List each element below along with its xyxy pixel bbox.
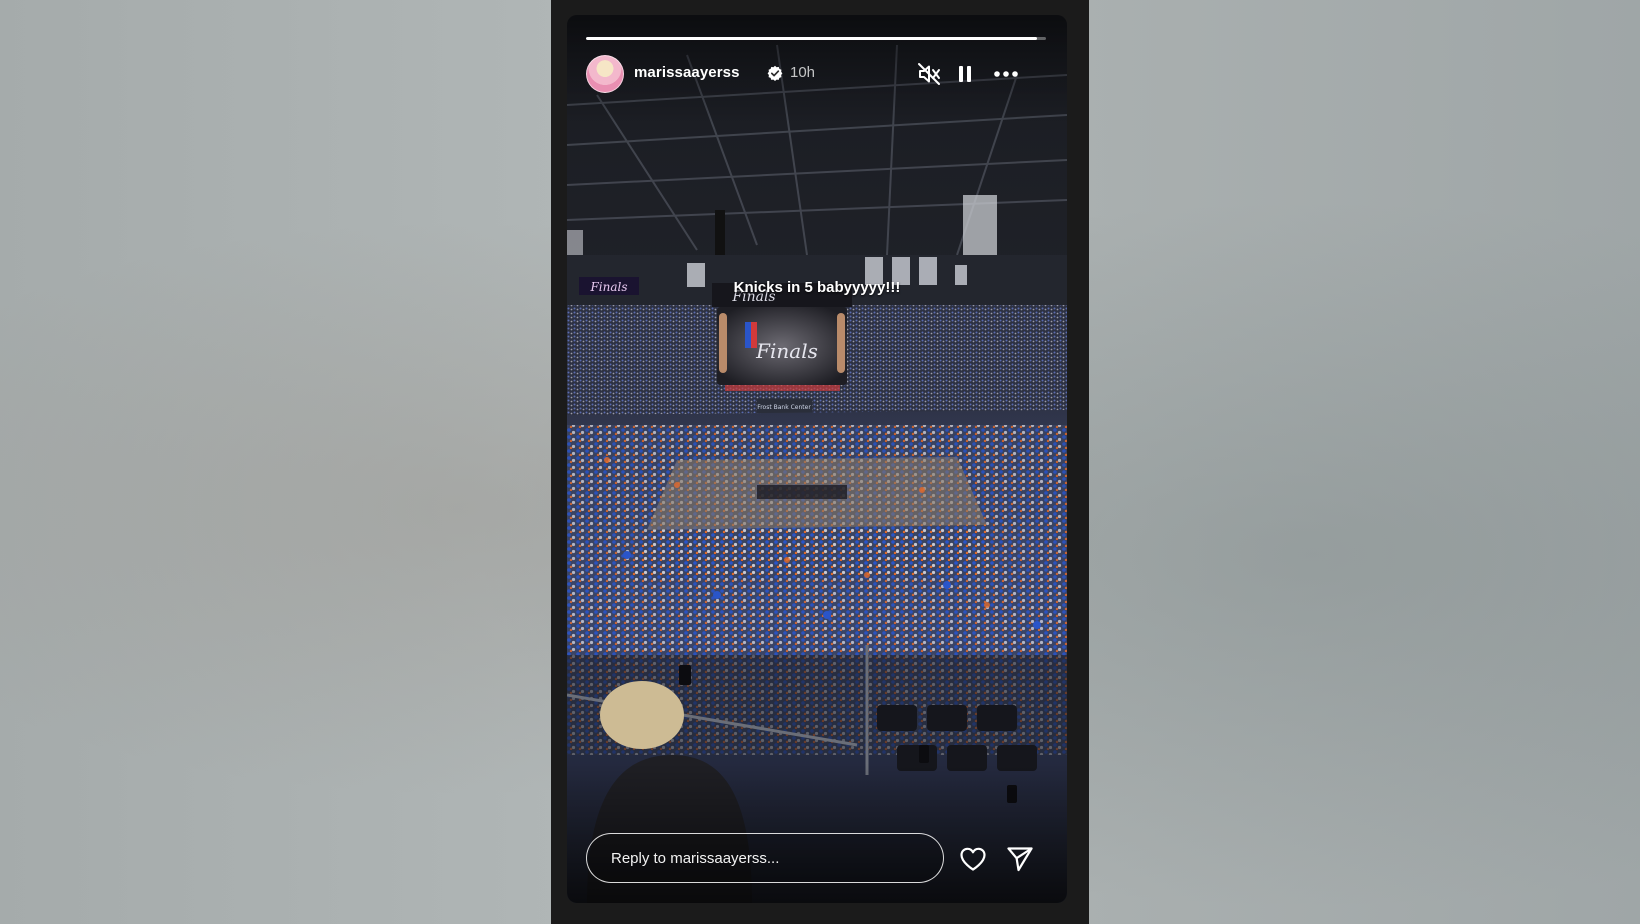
story-header: marissaayerss 10h xyxy=(586,55,1046,95)
reply-field[interactable] xyxy=(586,833,944,883)
story-progress-bar xyxy=(586,37,1046,40)
story-viewer[interactable]: Finals Finals Finals Frost Bank Center m… xyxy=(567,15,1067,903)
pause-icon[interactable] xyxy=(952,61,978,87)
more-options-icon[interactable] xyxy=(991,61,1021,87)
heart-icon[interactable] xyxy=(958,844,988,874)
story-progress-fill xyxy=(586,37,1037,40)
story-caption: Knicks in 5 babyyyyy!!! xyxy=(733,279,901,296)
story-username[interactable]: marissaayerss xyxy=(634,64,740,81)
svg-text:Frost Bank Center: Frost Bank Center xyxy=(757,404,811,411)
reply-input[interactable] xyxy=(609,834,923,883)
speaker-muted-icon[interactable] xyxy=(916,61,942,87)
verified-badge-icon xyxy=(767,65,783,81)
svg-text:Finals: Finals xyxy=(755,339,818,363)
story-timestamp: 10h xyxy=(790,64,816,81)
avatar[interactable] xyxy=(586,55,624,93)
send-icon[interactable] xyxy=(1005,844,1035,874)
